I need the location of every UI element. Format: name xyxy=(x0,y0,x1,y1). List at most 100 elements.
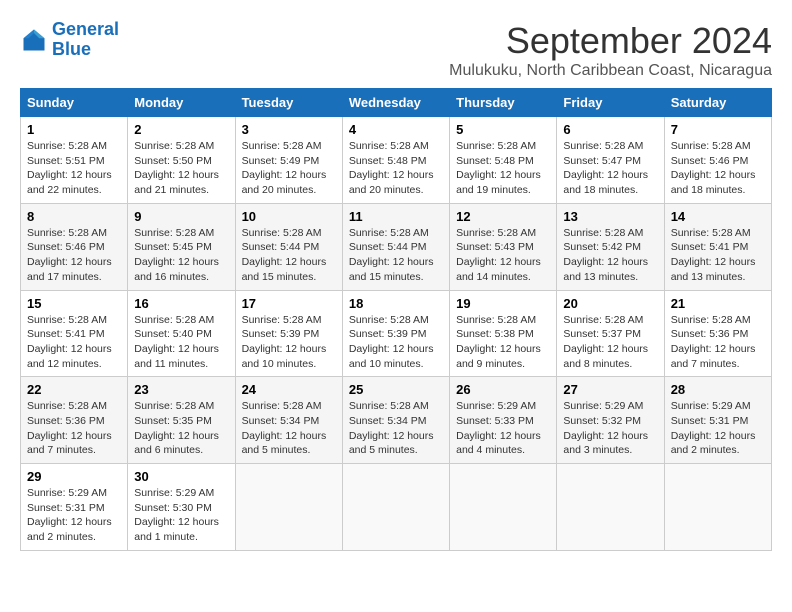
day-number: 13 xyxy=(563,209,657,224)
day-cell: 9 Sunrise: 5:28 AMSunset: 5:45 PMDaylight… xyxy=(128,203,235,290)
day-cell xyxy=(235,464,342,551)
day-number: 25 xyxy=(349,382,443,397)
day-info: Sunrise: 5:28 AMSunset: 5:46 PMDaylight:… xyxy=(671,139,765,198)
day-cell: 22Sunrise: 5:28 AMSunset: 5:36 PMDayligh… xyxy=(21,377,128,464)
day-cell: 28 Sunrise: 5:29 AMSunset: 5:31 PMDayligh… xyxy=(664,377,771,464)
day-number: 17 xyxy=(242,296,336,311)
day-info: Sunrise: 5:28 AMSunset: 5:34 PMDaylight:… xyxy=(349,399,443,458)
subtitle: Mulukuku, North Caribbean Coast, Nicarag… xyxy=(449,62,772,80)
day-info: Sunrise: 5:29 AMSunset: 5:30 PMDaylight:… xyxy=(134,486,228,545)
day-info: Sunrise: 5:28 AMSunset: 5:35 PMDaylight:… xyxy=(134,399,228,458)
header-cell-thursday: Thursday xyxy=(450,89,557,117)
day-number: 3 xyxy=(242,122,336,137)
day-cell: 2 Sunrise: 5:28 AMSunset: 5:50 PMDaylight… xyxy=(128,117,235,204)
header-cell-friday: Friday xyxy=(557,89,664,117)
day-number: 9 xyxy=(134,209,228,224)
day-info: Sunrise: 5:28 AMSunset: 5:37 PMDaylight:… xyxy=(563,313,657,372)
day-cell: 20 Sunrise: 5:28 AMSunset: 5:37 PMDayligh… xyxy=(557,290,664,377)
day-info: Sunrise: 5:28 AMSunset: 5:34 PMDaylight:… xyxy=(242,399,336,458)
day-info: Sunrise: 5:28 AMSunset: 5:41 PMDaylight:… xyxy=(27,313,121,372)
week-row-2: 8 Sunrise: 5:28 AMSunset: 5:46 PMDaylight… xyxy=(21,203,772,290)
day-cell: 16 Sunrise: 5:28 AMSunset: 5:40 PMDayligh… xyxy=(128,290,235,377)
day-number: 16 xyxy=(134,296,228,311)
day-number: 12 xyxy=(456,209,550,224)
day-cell: 12 Sunrise: 5:28 AMSunset: 5:43 PMDayligh… xyxy=(450,203,557,290)
title-area: September 2024 Mulukuku, North Caribbean… xyxy=(449,20,772,80)
day-number: 20 xyxy=(563,296,657,311)
week-row-4: 22Sunrise: 5:28 AMSunset: 5:36 PMDayligh… xyxy=(21,377,772,464)
day-info: Sunrise: 5:28 AMSunset: 5:42 PMDaylight:… xyxy=(563,226,657,285)
day-number: 29 xyxy=(27,469,121,484)
logo-text: General Blue xyxy=(52,20,119,60)
day-number: 18 xyxy=(349,296,443,311)
header-row: SundayMondayTuesdayWednesdayThursdayFrid… xyxy=(21,89,772,117)
day-info: Sunrise: 5:28 AMSunset: 5:43 PMDaylight:… xyxy=(456,226,550,285)
logo-icon xyxy=(20,26,48,54)
day-info: Sunrise: 5:28 AMSunset: 5:48 PMDaylight:… xyxy=(456,139,550,198)
day-info: Sunrise: 5:28 AMSunset: 5:40 PMDaylight:… xyxy=(134,313,228,372)
day-cell: 14 Sunrise: 5:28 AMSunset: 5:41 PMDayligh… xyxy=(664,203,771,290)
header: General Blue September 2024 Mulukuku, No… xyxy=(20,20,772,80)
day-info: Sunrise: 5:28 AMSunset: 5:51 PMDaylight:… xyxy=(27,139,121,198)
day-cell: 21Sunrise: 5:28 AMSunset: 5:36 PMDayligh… xyxy=(664,290,771,377)
day-number: 15 xyxy=(27,296,121,311)
day-info: Sunrise: 5:28 AMSunset: 5:46 PMDaylight:… xyxy=(27,226,121,285)
day-cell: 11 Sunrise: 5:28 AMSunset: 5:44 PMDayligh… xyxy=(342,203,449,290)
day-info: Sunrise: 5:29 AMSunset: 5:31 PMDaylight:… xyxy=(671,399,765,458)
day-info: Sunrise: 5:29 AMSunset: 5:32 PMDaylight:… xyxy=(563,399,657,458)
day-info: Sunrise: 5:29 AMSunset: 5:31 PMDaylight:… xyxy=(27,486,121,545)
day-number: 1 xyxy=(27,122,121,137)
day-cell: 13 Sunrise: 5:28 AMSunset: 5:42 PMDayligh… xyxy=(557,203,664,290)
day-number: 28 xyxy=(671,382,765,397)
day-info: Sunrise: 5:28 AMSunset: 5:45 PMDaylight:… xyxy=(134,226,228,285)
day-number: 22 xyxy=(27,382,121,397)
day-number: 19 xyxy=(456,296,550,311)
day-info: Sunrise: 5:28 AMSunset: 5:47 PMDaylight:… xyxy=(563,139,657,198)
day-info: Sunrise: 5:28 AMSunset: 5:38 PMDaylight:… xyxy=(456,313,550,372)
day-cell: 29 Sunrise: 5:29 AMSunset: 5:31 PMDayligh… xyxy=(21,464,128,551)
day-cell xyxy=(342,464,449,551)
day-info: Sunrise: 5:28 AMSunset: 5:48 PMDaylight:… xyxy=(349,139,443,198)
logo: General Blue xyxy=(20,20,119,60)
day-cell: 5 Sunrise: 5:28 AMSunset: 5:48 PMDaylight… xyxy=(450,117,557,204)
day-info: Sunrise: 5:28 AMSunset: 5:44 PMDaylight:… xyxy=(349,226,443,285)
day-number: 11 xyxy=(349,209,443,224)
day-info: Sunrise: 5:28 AMSunset: 5:50 PMDaylight:… xyxy=(134,139,228,198)
day-cell: 1 Sunrise: 5:28 AMSunset: 5:51 PMDaylight… xyxy=(21,117,128,204)
day-info: Sunrise: 5:28 AMSunset: 5:41 PMDaylight:… xyxy=(671,226,765,285)
day-cell: 30 Sunrise: 5:29 AMSunset: 5:30 PMDayligh… xyxy=(128,464,235,551)
day-cell: 23Sunrise: 5:28 AMSunset: 5:35 PMDayligh… xyxy=(128,377,235,464)
day-cell: 19 Sunrise: 5:28 AMSunset: 5:38 PMDayligh… xyxy=(450,290,557,377)
day-number: 27 xyxy=(563,382,657,397)
day-info: Sunrise: 5:28 AMSunset: 5:36 PMDaylight:… xyxy=(671,313,765,372)
header-cell-tuesday: Tuesday xyxy=(235,89,342,117)
logo-line1: General xyxy=(52,19,119,39)
header-cell-sunday: Sunday xyxy=(21,89,128,117)
day-cell: 10 Sunrise: 5:28 AMSunset: 5:44 PMDayligh… xyxy=(235,203,342,290)
day-cell: 4 Sunrise: 5:28 AMSunset: 5:48 PMDaylight… xyxy=(342,117,449,204)
calendar-table: SundayMondayTuesdayWednesdayThursdayFrid… xyxy=(20,88,772,551)
day-info: Sunrise: 5:28 AMSunset: 5:44 PMDaylight:… xyxy=(242,226,336,285)
header-cell-wednesday: Wednesday xyxy=(342,89,449,117)
day-number: 10 xyxy=(242,209,336,224)
day-number: 8 xyxy=(27,209,121,224)
day-number: 30 xyxy=(134,469,228,484)
week-row-3: 15 Sunrise: 5:28 AMSunset: 5:41 PMDayligh… xyxy=(21,290,772,377)
day-info: Sunrise: 5:28 AMSunset: 5:39 PMDaylight:… xyxy=(242,313,336,372)
day-number: 26 xyxy=(456,382,550,397)
day-number: 4 xyxy=(349,122,443,137)
day-cell xyxy=(557,464,664,551)
header-cell-monday: Monday xyxy=(128,89,235,117)
day-cell xyxy=(450,464,557,551)
day-cell: 26Sunrise: 5:29 AMSunset: 5:33 PMDayligh… xyxy=(450,377,557,464)
day-cell: 18 Sunrise: 5:28 AMSunset: 5:39 PMDayligh… xyxy=(342,290,449,377)
day-cell: 17 Sunrise: 5:28 AMSunset: 5:39 PMDayligh… xyxy=(235,290,342,377)
day-cell: 24Sunrise: 5:28 AMSunset: 5:34 PMDayligh… xyxy=(235,377,342,464)
week-row-5: 29 Sunrise: 5:29 AMSunset: 5:31 PMDayligh… xyxy=(21,464,772,551)
day-number: 5 xyxy=(456,122,550,137)
day-info: Sunrise: 5:28 AMSunset: 5:49 PMDaylight:… xyxy=(242,139,336,198)
day-info: Sunrise: 5:28 AMSunset: 5:39 PMDaylight:… xyxy=(349,313,443,372)
main-title: September 2024 xyxy=(449,20,772,62)
day-number: 2 xyxy=(134,122,228,137)
day-number: 14 xyxy=(671,209,765,224)
